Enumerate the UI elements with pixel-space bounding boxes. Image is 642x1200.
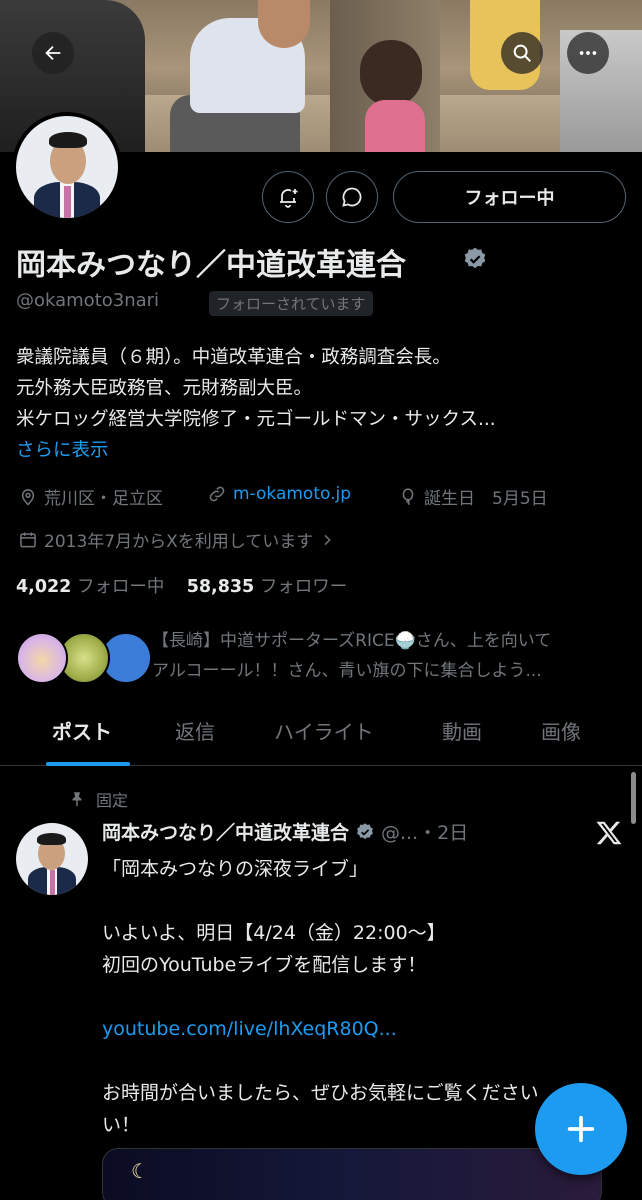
verified-badge-icon xyxy=(462,246,488,276)
active-tab-indicator xyxy=(46,762,130,766)
birthday: 誕生日 5月5日 xyxy=(398,484,548,509)
search-icon xyxy=(513,44,531,62)
following-label: フォロー中 xyxy=(76,577,165,597)
location-pin-icon xyxy=(21,488,35,506)
bio-line: 元外務大臣政務官、元財務副大臣。 xyxy=(16,378,313,399)
fyk-line: 【長崎】中道サポーターズRICE🍚さん、上を向いて xyxy=(152,631,552,651)
display-name: 岡本みつなり／中道改革連合 xyxy=(16,248,406,283)
tab-highlights[interactable]: ハイライト xyxy=(274,716,374,745)
bio-line: 衆議院議員（６期）。中道改革連合・政務調査会長。 xyxy=(16,347,451,368)
avatar-hair xyxy=(37,833,66,845)
profile-avatar[interactable] xyxy=(12,112,122,222)
tweet-header: 岡本みつなり／中道改革連合 @...・2日 xyxy=(102,818,468,845)
profile-bio: 衆議院議員（６期）。中道改革連合・政務調査会長。 元外務大臣政務官、元財務副大臣… xyxy=(16,342,626,466)
followers-you-know[interactable]: 【長崎】中道サポーターズRICE🍚さん、上を向いて アルコーール！！さん、青い旗… xyxy=(16,620,626,692)
followers-count: 58,835 xyxy=(186,577,255,597)
joined-date[interactable]: 2013年7月からXを利用しています xyxy=(18,527,335,552)
following-stat[interactable]: 4,022 フォロー中 xyxy=(16,577,164,597)
chat-bubble-icon xyxy=(342,187,362,207)
link-icon xyxy=(209,486,225,502)
bio-line: 米ケロッグ経営大学院修了・元ゴールドマン・サックス... xyxy=(16,409,496,430)
tweet-link[interactable]: youtube.com/live/lhXeqR80Q... xyxy=(102,1013,602,1045)
banner-man-head xyxy=(258,0,310,48)
tab-replies[interactable]: 返信 xyxy=(175,716,215,745)
banner-girl-head xyxy=(360,40,422,106)
avatar-tie xyxy=(64,186,71,218)
follow-stats: 4,022 フォロー中 58,835 フォロワー xyxy=(16,573,347,598)
banner-girl xyxy=(365,100,425,152)
following-button[interactable]: フォロー中 xyxy=(393,171,626,223)
tweet-line xyxy=(102,981,602,1013)
profile-handle: @okamoto3nari xyxy=(16,290,160,311)
tweet-author[interactable]: 岡本みつなり／中道改革連合 xyxy=(102,818,349,845)
tweet-line: 初回のYouTubeライブを配信します！ xyxy=(102,954,427,976)
following-count: 4,022 xyxy=(16,577,72,597)
birthday-text: 誕生日 5月5日 xyxy=(424,489,548,509)
chevron-right-icon xyxy=(324,534,331,545)
followers-stat[interactable]: 58,835 フォロワー xyxy=(187,577,348,597)
profile-tabs: ポスト 返信 ハイライト 動画 画像 xyxy=(0,700,642,766)
tweet-line xyxy=(102,885,602,917)
fyk-line: アルコーール！！さん、青い旗の下に集合しよう... xyxy=(152,661,542,681)
calendar-icon xyxy=(20,532,36,547)
tweet-avatar[interactable] xyxy=(16,823,88,895)
follower-avatar xyxy=(16,632,68,684)
arrow-left-icon xyxy=(45,45,61,61)
compose-button[interactable] xyxy=(535,1083,627,1175)
scrollbar[interactable] xyxy=(631,772,636,824)
tweet-body: 「岡本みつなりの深夜ライブ」 いよいよ、明日【4/24（金）22:00〜】 初回… xyxy=(102,853,602,1141)
tab-videos[interactable]: 動画 xyxy=(442,716,482,745)
pinned-text: 固定 xyxy=(96,791,129,810)
pinned-label: 固定 xyxy=(68,787,128,811)
back-button[interactable] xyxy=(32,32,74,74)
location: 荒川区・足立区 xyxy=(18,484,163,509)
joined-text: 2013年7月からXを利用しています xyxy=(44,532,314,552)
bell-plus-icon xyxy=(280,189,298,208)
followers-label: フォロワー xyxy=(259,577,348,597)
more-horizontal-icon xyxy=(579,51,597,55)
show-more-link[interactable]: さらに表示 xyxy=(16,435,626,466)
website[interactable]: m-okamoto.jp xyxy=(207,484,351,504)
verified-badge-icon xyxy=(357,822,373,839)
tweet-line xyxy=(102,1045,602,1077)
moon-icon: ☾ xyxy=(131,1159,149,1183)
message-button[interactable] xyxy=(326,171,378,223)
x-logo-icon xyxy=(594,818,624,852)
pin-icon xyxy=(72,792,82,807)
tab-images[interactable]: 画像 xyxy=(541,716,581,745)
tweet-line: いよいよ、明日【4/24（金）22:00〜】 xyxy=(102,922,446,944)
tweet-line: 「岡本みつなりの深夜ライブ」 xyxy=(102,858,369,880)
search-button[interactable] xyxy=(501,32,543,74)
plus-icon xyxy=(567,1115,595,1143)
balloon-icon xyxy=(402,487,414,505)
avatar-tie xyxy=(50,870,55,895)
location-text: 荒川区・足立区 xyxy=(44,489,163,509)
tweet-line: い！ xyxy=(102,1114,141,1136)
tweet-media[interactable]: ☾ xyxy=(102,1148,602,1200)
follows-you-badge: フォローされています xyxy=(209,291,373,316)
tweet-line: お時間が合いましたら、ぜひお気軽にご覧ください xyxy=(102,1082,539,1104)
tweet-handle-time: @...・2日 xyxy=(381,822,469,844)
website-link[interactable]: m-okamoto.jp xyxy=(233,484,351,504)
followers-you-know-text: 【長崎】中道サポーターズRICE🍚さん、上を向いて アルコーール！！さん、青い旗… xyxy=(152,626,626,686)
notify-button[interactable] xyxy=(262,171,314,223)
tab-posts[interactable]: ポスト xyxy=(52,716,112,745)
avatar-hair xyxy=(49,132,87,148)
more-button[interactable] xyxy=(567,32,609,74)
